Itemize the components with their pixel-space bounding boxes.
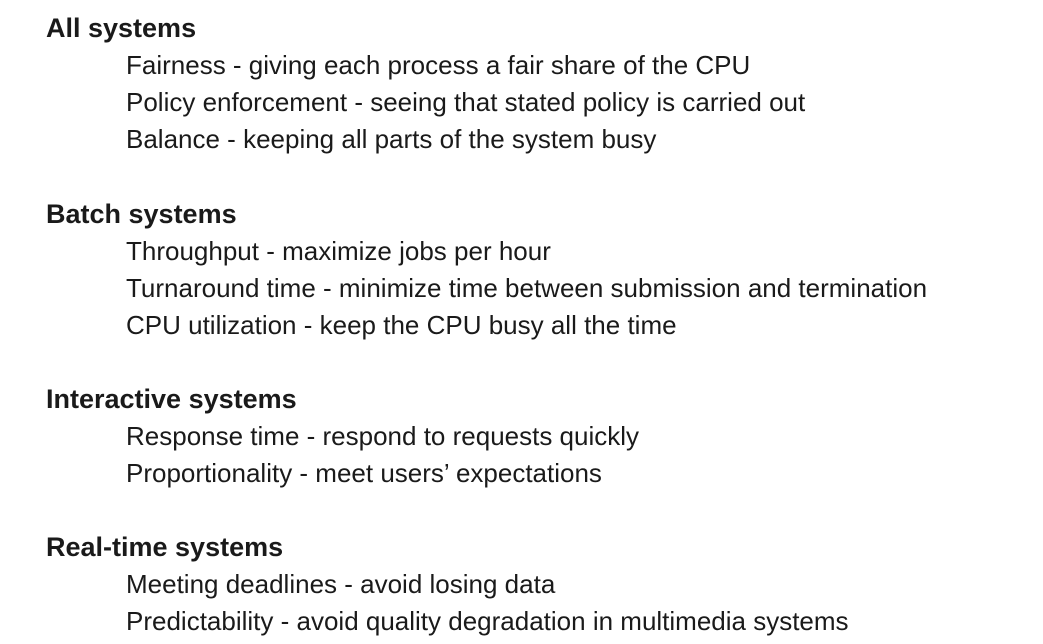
list-item: Throughput - maximize jobs per hour (126, 236, 551, 266)
list-item: Balance - keeping all parts of the syste… (126, 124, 657, 154)
section-heading: Batch systems (46, 199, 237, 229)
section-heading: Real-time systems (46, 532, 284, 562)
list-item: Predictability - avoid quality degradati… (126, 606, 849, 636)
section-heading: Interactive systems (46, 384, 297, 414)
item-list: Fairness - giving each process a fair sh… (46, 47, 1036, 158)
list-item: Fairness - giving each process a fair sh… (126, 50, 751, 80)
section-batch-systems: Batch systems Throughput - maximize jobs… (46, 196, 1036, 344)
list-item: Turnaround time - minimize time between … (126, 273, 928, 303)
section-real-time-systems: Real-time systems Meeting deadlines - av… (46, 529, 1036, 640)
list-item: Response time - respond to requests quic… (126, 421, 640, 451)
item-list: Meeting deadlines - avoid losing data Pr… (46, 566, 1036, 640)
list-item: CPU utilization - keep the CPU busy all … (126, 310, 677, 340)
list-item: Proportionality - meet users’ expectatio… (126, 458, 602, 488)
list-item: Meeting deadlines - avoid losing data (126, 569, 556, 599)
list-item: Policy enforcement - seeing that stated … (126, 87, 806, 117)
item-list: Throughput - maximize jobs per hour Turn… (46, 233, 1036, 344)
section-heading: All systems (46, 13, 197, 43)
document-page: All systems Fairness - giving each proce… (0, 0, 1043, 644)
item-list: Response time - respond to requests quic… (46, 418, 1036, 492)
section-interactive-systems: Interactive systems Response time - resp… (46, 381, 1036, 492)
section-all-systems: All systems Fairness - giving each proce… (46, 10, 1036, 158)
